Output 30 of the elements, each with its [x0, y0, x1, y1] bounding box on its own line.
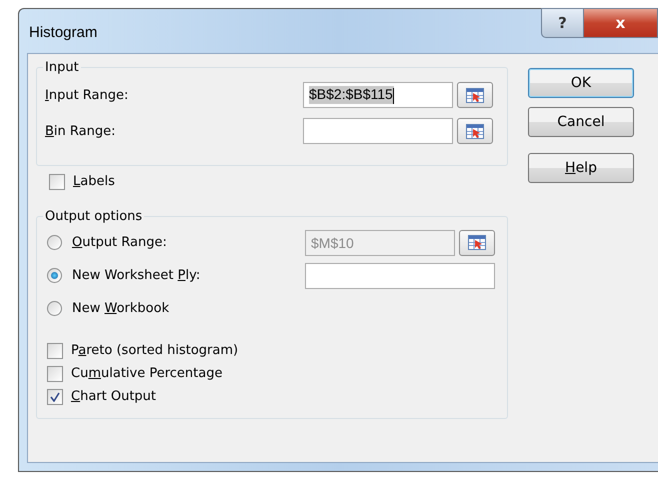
checkbox[interactable]: [47, 388, 63, 404]
help-button[interactable]: ?: [541, 8, 584, 38]
field-label: Bin Range:: [45, 124, 116, 138]
checkbox[interactable]: [47, 342, 63, 358]
range-field[interactable]: [303, 118, 453, 144]
range-select-icon[interactable]: [457, 118, 493, 144]
dialog-button[interactable]: OK: [528, 68, 634, 98]
checkbox-label: Chart Output: [71, 389, 156, 404]
radio-label: New Workbook: [72, 301, 170, 316]
checkbox[interactable]: [47, 366, 63, 382]
dialog-button[interactable]: Cancel: [528, 107, 634, 137]
group-title: Output options: [44, 209, 144, 224]
close-button[interactable]: x: [584, 8, 658, 38]
radio-button[interactable]: [47, 301, 62, 316]
dialog-button[interactable]: Help: [528, 153, 634, 183]
field-label: Input Range:: [45, 88, 130, 102]
radio-label: New Worksheet Ply:: [72, 268, 202, 283]
group-title: Input: [44, 60, 80, 75]
checkbox-label: Labels: [73, 174, 115, 189]
range-select-icon[interactable]: [459, 230, 495, 256]
window-title: Histogram: [29, 24, 98, 41]
checkbox-label: Cumulative Percentage: [71, 366, 222, 381]
radio-label: Output Range:: [72, 235, 168, 250]
checkbox-label: Pareto (sorted histogram): [71, 343, 238, 358]
checkbox[interactable]: [49, 174, 65, 190]
text-field[interactable]: [305, 262, 495, 288]
range-select-icon[interactable]: [457, 82, 493, 108]
radio-button[interactable]: [47, 268, 62, 283]
radio-button[interactable]: [47, 235, 62, 250]
range-field[interactable]: $B$2:$B$115: [303, 82, 453, 108]
